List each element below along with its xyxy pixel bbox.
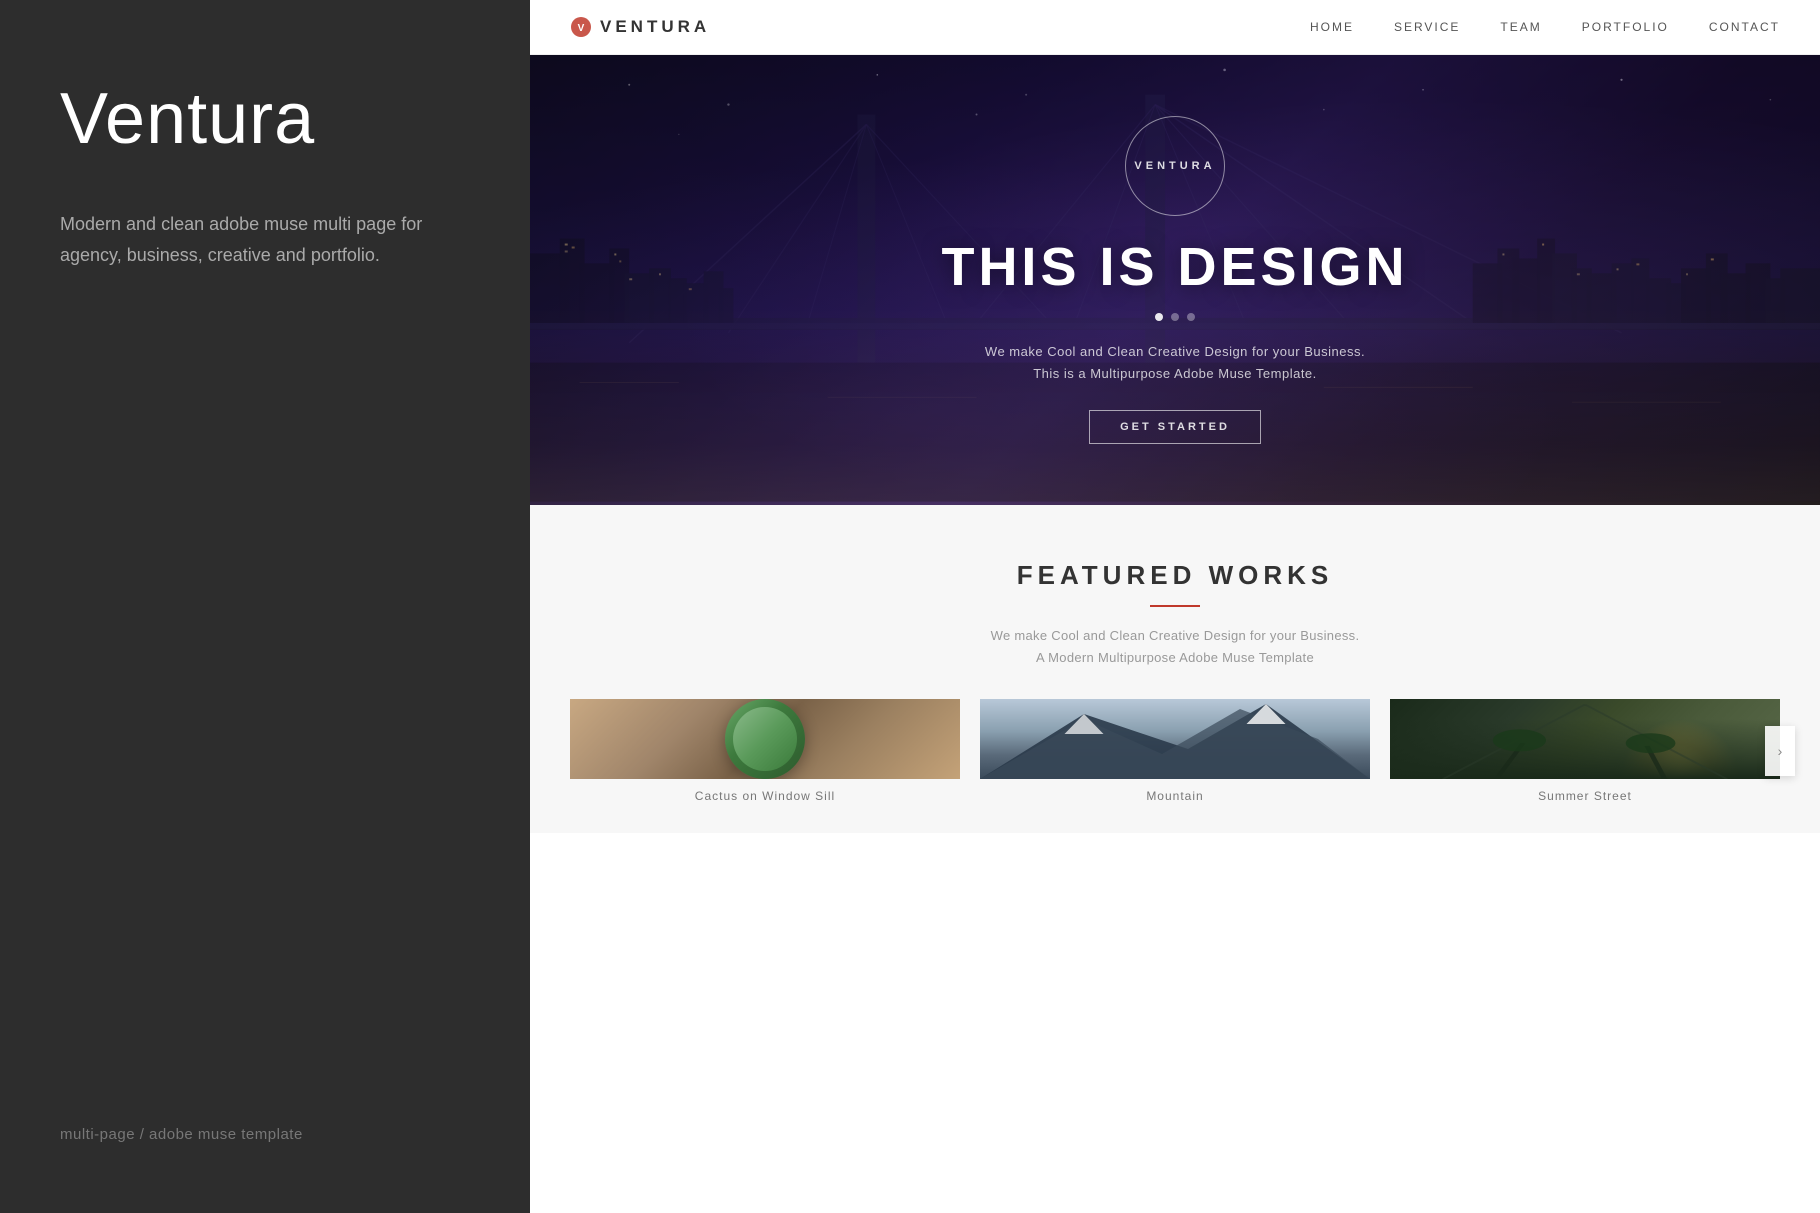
featured-title: FEATURED WORKS xyxy=(570,560,1780,591)
portfolio-thumb-mountain xyxy=(980,699,1370,779)
product-title: Ventura xyxy=(60,80,470,159)
hero-section: VENTURA THIS IS DESIGN We make Cool and … xyxy=(530,55,1820,505)
featured-section: FEATURED WORKS We make Cool and Clean Cr… xyxy=(530,505,1820,833)
ventura-logo-icon: V xyxy=(570,16,592,38)
featured-description: We make Cool and Clean Creative Design f… xyxy=(570,625,1780,669)
hero-dot-1[interactable] xyxy=(1155,313,1163,321)
featured-header: FEATURED WORKS We make Cool and Clean Cr… xyxy=(570,560,1780,669)
left-footer-label: multi-page / adobe muse template xyxy=(60,1126,470,1143)
hero-title: THIS IS DESIGN xyxy=(941,236,1408,298)
portfolio-item-2[interactable]: Mountain xyxy=(980,699,1370,803)
svg-text:V: V xyxy=(578,23,585,34)
hero-dot-2[interactable] xyxy=(1171,313,1179,321)
left-panel: Ventura Modern and clean adobe muse mult… xyxy=(0,0,530,1213)
hero-dots xyxy=(1155,313,1195,321)
product-description: Modern and clean adobe muse multi page f… xyxy=(60,209,440,270)
hero-cta-button[interactable]: GET STARTED xyxy=(1089,410,1261,444)
navbar-links: HOME SERVICE TEAM PORTFOLIO CONTACT xyxy=(1310,20,1780,34)
portfolio-item-1[interactable]: Cactus on Window Sill xyxy=(570,699,960,803)
portfolio-thumb-cactus xyxy=(570,699,960,779)
left-top: Ventura Modern and clean adobe muse mult… xyxy=(60,80,470,270)
portfolio-label-2: Mountain xyxy=(980,779,1370,803)
featured-divider xyxy=(1150,605,1200,607)
featured-grid: Cactus on Window Sill Mountain xyxy=(570,699,1780,803)
cactus-inner xyxy=(733,707,797,771)
scroll-right-arrow[interactable]: › xyxy=(1765,726,1795,776)
nav-home[interactable]: HOME xyxy=(1310,20,1354,34)
portfolio-item-3[interactable]: Summer Street xyxy=(1390,699,1780,803)
nav-contact[interactable]: CONTACT xyxy=(1709,20,1780,34)
hero-logo-text: VENTURA xyxy=(1134,160,1215,172)
cactus-circle xyxy=(725,699,805,779)
hero-content: VENTURA THIS IS DESIGN We make Cool and … xyxy=(530,55,1820,505)
nav-portfolio[interactable]: PORTFOLIO xyxy=(1582,20,1669,34)
nav-team[interactable]: TEAM xyxy=(1500,20,1541,34)
navbar: V VENTURA HOME SERVICE TEAM PORTFOLIO CO… xyxy=(530,0,1820,55)
portfolio-label-1: Cactus on Window Sill xyxy=(570,779,960,803)
hero-logo-circle: VENTURA xyxy=(1125,116,1225,216)
right-panel: V VENTURA HOME SERVICE TEAM PORTFOLIO CO… xyxy=(530,0,1820,1213)
nav-service[interactable]: SERVICE xyxy=(1394,20,1460,34)
portfolio-thumb-street xyxy=(1390,699,1780,779)
portfolio-label-3: Summer Street xyxy=(1390,779,1780,803)
hero-dot-3[interactable] xyxy=(1187,313,1195,321)
navbar-brand[interactable]: V VENTURA xyxy=(570,16,710,38)
street-svg xyxy=(1390,699,1780,779)
hero-subtitle: We make Cool and Clean Creative Design f… xyxy=(985,341,1365,385)
mountain-svg xyxy=(980,699,1370,779)
brand-name: VENTURA xyxy=(600,17,710,37)
